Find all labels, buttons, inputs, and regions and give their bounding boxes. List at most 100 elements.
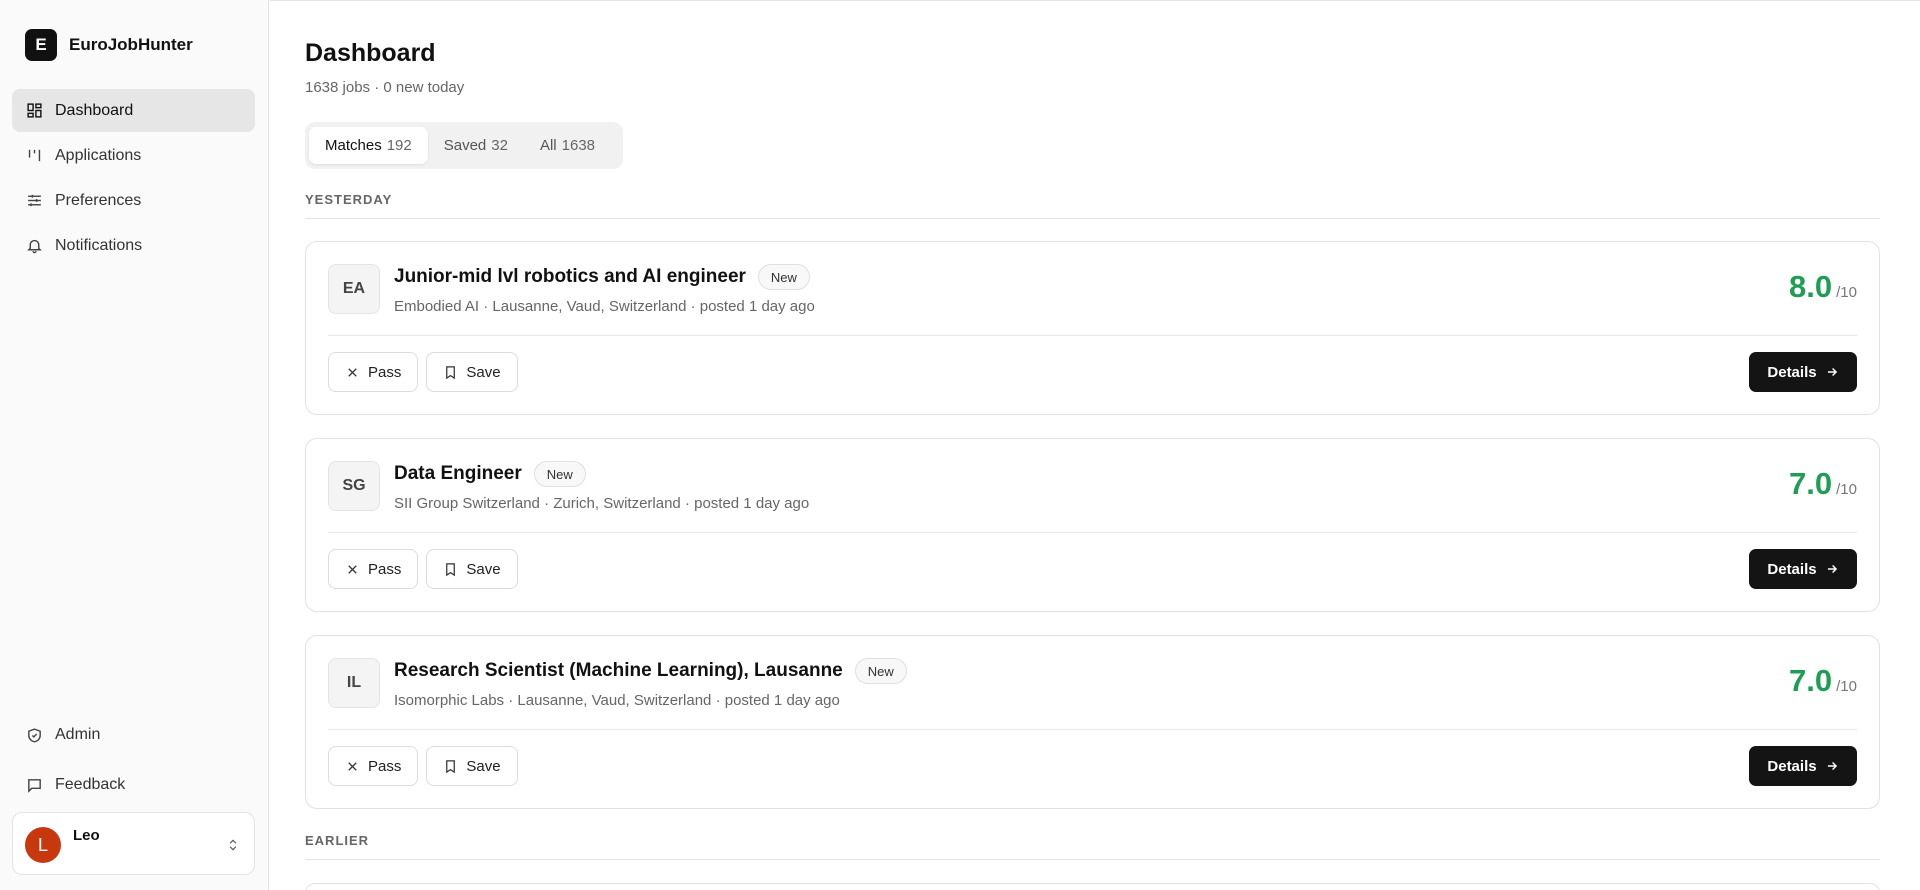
pass-label: Pass [368, 560, 402, 578]
pass-label: Pass [368, 363, 402, 381]
tab-bar: Matches 192 Saved 32 All 1638 [305, 122, 623, 169]
save-label: Save [466, 560, 501, 578]
kanban-icon [28, 149, 41, 162]
main-content: Dashboard 1638 jobs · 0 new today Matche… [270, 0, 1920, 890]
score-max: /10 [1836, 481, 1857, 498]
details-button[interactable]: Details [1749, 549, 1857, 589]
job-meta: Embodied AI · Lausanne, Vaud, Switzerlan… [394, 298, 815, 315]
close-icon [348, 761, 357, 771]
sidebar-item-applications[interactable]: Applications [12, 134, 255, 177]
sidebar-item-label: Notifications [55, 236, 143, 254]
job-card: SG Data Engineer New SII Group Switzerla… [305, 438, 1880, 612]
section-label-yesterday: YESTERDAY [305, 192, 393, 207]
job-card: IL Research Scientist (Machine Learning)… [305, 635, 1880, 809]
card-divider [328, 335, 1857, 336]
save-label: Save [466, 757, 501, 775]
arrow-right-icon [1827, 761, 1837, 771]
company-logo: SG [328, 461, 380, 511]
sidebar-nav: Dashboard Applications Preferences Notif… [12, 89, 255, 269]
score-value: 8.0 [1789, 269, 1833, 304]
chevrons-up-down-icon [229, 839, 237, 851]
arrow-right-icon [1827, 564, 1837, 574]
details-button[interactable]: Details [1749, 352, 1857, 392]
sidebar-item-label: Dashboard [55, 101, 134, 119]
bookmark-icon [446, 759, 456, 773]
page-title: Dashboard [305, 39, 436, 67]
job-title[interactable]: Data Engineer [394, 463, 522, 485]
job-title[interactable]: Research Scientist (Machine Learning), L… [394, 660, 843, 682]
bell-icon [27, 239, 42, 254]
job-title[interactable]: Junior-mid lvl robotics and AI engineer [394, 266, 746, 288]
sidebar-item-label: Applications [55, 146, 142, 164]
brand[interactable]: E EuroJobHunter [25, 29, 193, 61]
match-score: 7.0 /10 [1789, 663, 1857, 699]
sidebar-item-notifications[interactable]: Notifications [12, 224, 255, 267]
pass-button[interactable]: Pass [328, 549, 419, 589]
job-card [305, 883, 1880, 890]
tab-label: Matches [325, 137, 382, 154]
user-name: Leo [73, 827, 100, 844]
sidebar-item-feedback[interactable]: Feedback [12, 762, 255, 808]
details-label: Details [1767, 560, 1817, 578]
sidebar-item-dashboard[interactable]: Dashboard [12, 89, 255, 132]
message-icon [28, 778, 41, 793]
user-menu[interactable]: L Leo [12, 812, 255, 875]
save-button[interactable]: Save [426, 746, 518, 786]
section-label-earlier: EARLIER [305, 833, 370, 848]
tab-saved[interactable]: Saved 32 [428, 127, 524, 164]
bookmark-icon [446, 562, 456, 576]
sliders-icon [28, 194, 41, 207]
pass-button[interactable]: Pass [328, 746, 419, 786]
bookmark-icon [446, 365, 456, 379]
score-value: 7.0 [1789, 466, 1833, 501]
dashboard-icon [27, 103, 42, 118]
card-actions: Pass Save [328, 549, 526, 589]
save-label: Save [466, 363, 501, 381]
details-label: Details [1767, 363, 1817, 381]
brand-name: EuroJobHunter [69, 35, 193, 54]
tab-matches[interactable]: Matches 192 [309, 127, 428, 164]
tab-label: Saved [443, 137, 487, 154]
section-divider [305, 218, 1880, 219]
score-max: /10 [1836, 678, 1857, 695]
new-badge: New [854, 658, 907, 684]
details-label: Details [1767, 757, 1817, 775]
card-actions: Pass Save [328, 746, 526, 786]
sidebar-item-admin[interactable]: Admin [12, 712, 255, 758]
tab-count: 32 [491, 137, 508, 154]
sidebar-bottom-nav: Admin Feedback [12, 712, 255, 812]
pass-button[interactable]: Pass [328, 352, 419, 392]
shield-icon [28, 727, 41, 743]
close-icon [348, 367, 357, 377]
sidebar-item-label: Feedback [55, 776, 126, 793]
details-button[interactable]: Details [1749, 746, 1857, 786]
save-button[interactable]: Save [426, 352, 518, 392]
job-title-row: Junior-mid lvl robotics and AI engineer … [394, 264, 810, 290]
score-max: /10 [1836, 284, 1857, 301]
sidebar-item-label: Preferences [55, 191, 142, 209]
sidebar: E EuroJobHunter Dashboard Applications P… [0, 0, 269, 890]
brand-logo: E [25, 29, 57, 61]
tab-all[interactable]: All 1638 [524, 127, 611, 164]
card-divider [328, 729, 1857, 730]
save-button[interactable]: Save [426, 549, 518, 589]
page-subtitle: 1638 jobs · 0 new today [305, 79, 465, 96]
card-divider [328, 532, 1857, 533]
avatar: L [25, 827, 61, 863]
tab-label: All [539, 137, 557, 154]
job-card: EA Junior-mid lvl robotics and AI engine… [305, 241, 1880, 415]
tab-count: 1638 [561, 137, 596, 154]
job-title-row: Data Engineer New [394, 461, 586, 487]
pass-label: Pass [368, 757, 402, 775]
job-meta: SII Group Switzerland · Zurich, Switzerl… [394, 495, 810, 512]
score-value: 7.0 [1789, 663, 1833, 698]
new-badge: New [533, 461, 586, 487]
job-title-row: Research Scientist (Machine Learning), L… [394, 658, 907, 684]
new-badge: New [757, 264, 810, 290]
job-meta: Isomorphic Labs · Lausanne, Vaud, Switze… [394, 692, 840, 709]
sidebar-item-preferences[interactable]: Preferences [12, 179, 255, 222]
match-score: 8.0 /10 [1789, 269, 1857, 305]
company-logo: EA [328, 264, 380, 314]
sidebar-item-label: Admin [55, 726, 101, 743]
card-actions: Pass Save [328, 352, 526, 392]
